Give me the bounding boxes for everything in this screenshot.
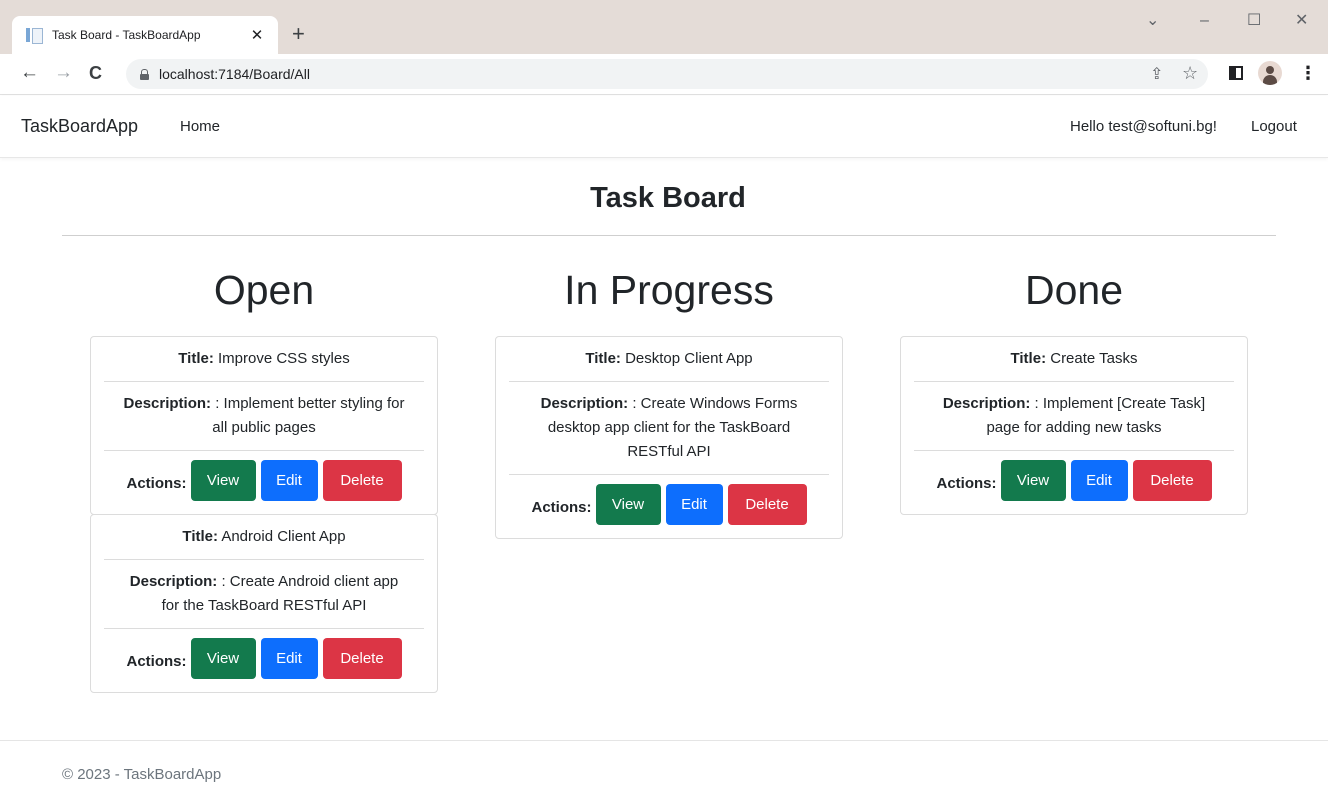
forward-button[interactable]: → (54, 62, 73, 84)
title-label: Title: (178, 350, 214, 367)
task-description-row: Description: : Implement [Create Task] p… (914, 382, 1234, 451)
task-card: Title: Create Tasks Description: : Imple… (900, 336, 1248, 515)
page-title: Task Board (590, 182, 746, 214)
lock-icon[interactable] (140, 68, 149, 80)
user-greeting-link[interactable]: Hello test@softuni.bg! (1070, 118, 1217, 135)
task-card: Title: Desktop Client App Description: :… (495, 336, 843, 539)
actions-label: Actions: (531, 498, 592, 516)
actions-label: Actions: (936, 474, 997, 492)
delete-button[interactable]: Delete (322, 638, 402, 679)
task-description-row: Description: : Create Android client app… (104, 560, 424, 629)
description-label: Description: (129, 573, 218, 590)
view-button[interactable]: View (190, 460, 256, 501)
edit-button[interactable]: Edit (665, 484, 723, 525)
browser-tabstrip: Task Board - TaskBoardApp ✕ + ⌄ – ☐ ✕ (0, 0, 1328, 54)
title-divider (62, 235, 1276, 236)
delete-button[interactable]: Delete (727, 484, 807, 525)
brand-link[interactable]: TaskBoardApp (21, 116, 138, 137)
column-open: Open Title: Improve CSS styles Descripti… (90, 262, 438, 693)
task-title-row: Title: Improve CSS styles (104, 337, 424, 382)
column-in-progress: In Progress Title: Desktop Client App De… (495, 262, 843, 539)
edit-button[interactable]: Edit (1070, 460, 1128, 501)
title-label: Title: (1010, 350, 1047, 367)
page-favicon-icon (26, 27, 43, 44)
title-label: Title: (182, 528, 218, 545)
profile-avatar-icon[interactable] (1258, 61, 1282, 85)
description-label: Description: (540, 395, 629, 412)
description-label: Description: (942, 395, 1031, 412)
column-heading: In Progress (564, 267, 774, 313)
description-label: Description: (123, 395, 212, 412)
delete-button[interactable]: Delete (322, 460, 402, 501)
site-navbar: TaskBoardApp Home Hello test@softuni.bg!… (0, 96, 1328, 158)
task-actions-row: Actions: View Edit Delete (104, 451, 424, 514)
task-title: Improve CSS styles (218, 350, 350, 367)
tab-search-chevron-icon[interactable]: ⌄ (1146, 12, 1159, 30)
edit-button[interactable]: Edit (260, 638, 318, 679)
task-title-row: Title: Create Tasks (914, 337, 1234, 382)
browser-toolbar: ← → C localhost:7184/Board/All ⇪ ☆ (0, 54, 1328, 95)
task-actions-row: Actions: View Edit Delete (509, 475, 829, 538)
column-heading: Done (1024, 267, 1123, 313)
column-done: Done Title: Create Tasks Description: : … (900, 262, 1248, 515)
share-icon[interactable]: ⇪ (1150, 66, 1163, 84)
task-actions-row: Actions: View Edit Delete (104, 629, 424, 692)
actions-label: Actions: (126, 652, 187, 670)
logout-button[interactable]: Logout (1251, 118, 1297, 135)
view-button[interactable]: View (1000, 460, 1066, 501)
side-panel-icon[interactable] (1229, 66, 1243, 80)
task-title-row: Title: Desktop Client App (509, 337, 829, 382)
task-title: Desktop Client App (625, 350, 753, 367)
task-title: Create Tasks (1050, 350, 1138, 367)
task-actions-row: Actions: View Edit Delete (914, 451, 1234, 514)
delete-button[interactable]: Delete (1132, 460, 1212, 501)
task-description: : Implement better styling for all publi… (212, 395, 405, 436)
maximize-button[interactable]: ☐ (1247, 12, 1261, 30)
actions-label: Actions: (126, 474, 187, 492)
task-card: Title: Improve CSS styles Description: :… (90, 336, 438, 515)
browser-tab[interactable]: Task Board - TaskBoardApp ✕ (12, 16, 278, 54)
browser-menu-icon[interactable]: ⋮ (1299, 64, 1317, 82)
task-title-row: Title: Android Client App (104, 515, 424, 560)
close-tab-icon[interactable]: ✕ (248, 26, 266, 44)
task-title: Android Client App (221, 528, 346, 545)
back-button[interactable]: ← (20, 62, 39, 84)
close-window-button[interactable]: ✕ (1295, 12, 1308, 30)
reload-button[interactable]: C (89, 62, 102, 84)
footer-copyright: © 2023 - TaskBoardApp (62, 766, 222, 783)
task-description-row: Description: : Implement better styling … (104, 382, 424, 451)
tab-title: Task Board - TaskBoardApp (52, 28, 201, 42)
new-tab-button[interactable]: + (292, 23, 305, 45)
minimize-button[interactable]: – (1200, 12, 1209, 30)
nav-home-link[interactable]: Home (180, 118, 220, 135)
title-label: Title: (585, 350, 621, 367)
column-heading: Open (213, 267, 315, 313)
edit-button[interactable]: Edit (260, 460, 318, 501)
task-card: Title: Android Client App Description: :… (90, 514, 438, 693)
view-button[interactable]: View (190, 638, 256, 679)
footer-divider (0, 740, 1328, 741)
bookmark-star-icon[interactable]: ☆ (1182, 64, 1198, 82)
address-url[interactable]: localhost:7184/Board/All (159, 66, 310, 82)
address-bar[interactable]: localhost:7184/Board/All ⇪ ☆ (126, 59, 1208, 89)
task-description-row: Description: : Create Windows Forms desk… (509, 382, 829, 475)
view-button[interactable]: View (595, 484, 661, 525)
